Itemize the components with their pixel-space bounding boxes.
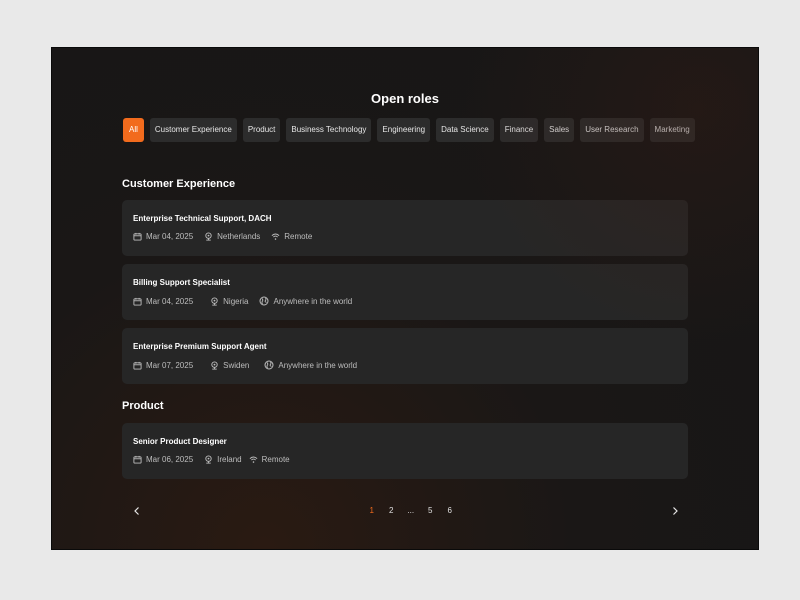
location-icon — [211, 296, 218, 306]
page-6[interactable]: 6 — [440, 505, 460, 517]
calendar-icon — [133, 297, 142, 306]
job-mode-text: Remote — [284, 232, 313, 241]
location-icon — [211, 360, 218, 370]
filter-chip-engineering[interactable]: Engineering — [377, 118, 431, 142]
calendar-icon — [133, 361, 142, 370]
job-location: Nigeria — [210, 297, 248, 306]
job-card[interactable]: Enterprise Technical Support, DACH Mar 0… — [122, 200, 688, 256]
section-title-product: Product — [122, 400, 164, 412]
job-location: Netherlands — [204, 232, 260, 241]
page-2[interactable]: 2 — [382, 505, 402, 517]
job-date: Mar 04, 2025 — [133, 232, 193, 241]
section-title-customer-experience: Customer Experience — [122, 178, 236, 190]
page-1[interactable]: 1 — [362, 505, 382, 517]
job-meta: Mar 04, 2025 Netherlands Remote — [133, 232, 323, 241]
filter-chip-data-science[interactable]: Data Science — [436, 118, 494, 142]
job-date-text: Mar 04, 2025 — [146, 232, 194, 241]
filter-chip-marketing[interactable]: Marketing — [649, 118, 695, 142]
job-meta: Mar 06, 2025 Ireland Remote — [133, 455, 301, 464]
job-title: Senior Product Designer — [133, 437, 227, 446]
job-location-text: Swiden — [223, 360, 250, 370]
job-title: Billing Support Specialist — [133, 278, 230, 287]
careers-page: Open roles All Customer Experience Produ… — [51, 47, 759, 550]
calendar-icon — [133, 232, 142, 241]
filter-chip-product[interactable]: Product — [242, 118, 281, 142]
job-mode-text: Anywhere in the world — [273, 296, 353, 306]
job-location-text: Nigeria — [223, 296, 249, 306]
wifi-icon — [271, 233, 280, 240]
job-date-text: Mar 04, 2025 — [146, 296, 194, 306]
job-date-text: Mar 07, 2025 — [146, 360, 194, 370]
page-numbers: 1 2 ... 5 6 — [362, 505, 460, 517]
job-mode: Remote — [249, 455, 290, 464]
job-location-text: Netherlands — [217, 232, 261, 241]
location-icon — [205, 232, 212, 241]
globe-icon — [259, 296, 269, 306]
job-date: Mar 06, 2025 — [133, 455, 193, 464]
job-title: Enterprise Premium Support Agent — [133, 342, 267, 351]
job-card[interactable]: Billing Support Specialist Mar 04, 2025 … — [122, 264, 688, 320]
job-card[interactable]: Enterprise Premium Support Agent Mar 07,… — [122, 328, 688, 384]
job-title: Enterprise Technical Support, DACH — [133, 214, 272, 223]
page-title: Open roles — [371, 91, 439, 106]
job-mode: Remote — [271, 232, 312, 241]
filter-bar: All Customer Experience Product Business… — [123, 118, 695, 142]
job-card[interactable]: Senior Product Designer Mar 06, 2025 Ire… — [122, 423, 688, 479]
job-location-text: Ireland — [217, 455, 242, 464]
filter-chip-finance[interactable]: Finance — [499, 118, 539, 142]
job-mode: Anywhere in the world — [264, 360, 357, 370]
job-meta: Mar 04, 2025 Nigeria Anywhere in the wor… — [133, 296, 363, 306]
location-icon — [205, 455, 212, 464]
calendar-icon — [133, 455, 142, 464]
globe-icon — [264, 360, 274, 370]
page-5[interactable]: 5 — [421, 505, 441, 517]
pagination: 1 2 ... 5 6 — [52, 505, 758, 517]
filter-chip-customer-experience[interactable]: Customer Experience — [149, 118, 237, 142]
filter-chip-user-research[interactable]: User Research — [580, 118, 644, 142]
filter-chip-sales[interactable]: Sales — [544, 118, 575, 142]
job-date: Mar 07, 2025 — [133, 361, 193, 370]
chevron-left-icon[interactable] — [131, 505, 143, 517]
filter-chip-business-technology[interactable]: Business Technology — [286, 118, 372, 142]
filter-chip-all[interactable]: All — [123, 118, 144, 142]
chevron-right-icon[interactable] — [669, 505, 681, 517]
job-location: Ireland — [204, 455, 242, 464]
page-ellipsis: ... — [407, 506, 415, 515]
job-mode-text: Anywhere in the world — [278, 360, 358, 370]
job-mode: Anywhere in the world — [259, 296, 352, 306]
job-date-text: Mar 06, 2025 — [146, 455, 194, 464]
wifi-icon — [249, 456, 258, 463]
job-meta: Mar 07, 2025 Swiden Anywhere in the worl… — [133, 360, 368, 370]
job-location: Swiden — [210, 361, 249, 370]
job-mode-text: Remote — [261, 455, 290, 464]
job-date: Mar 04, 2025 — [133, 297, 193, 306]
